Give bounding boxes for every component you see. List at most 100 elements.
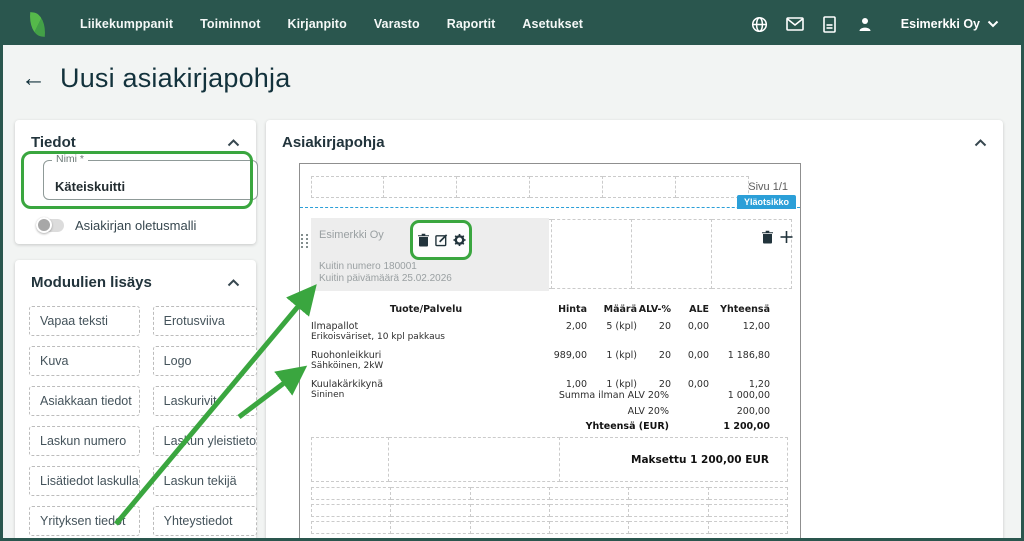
- product-desc: Sähköinen, 2kW: [311, 361, 541, 371]
- total-cell: 12,00: [709, 321, 770, 350]
- grid-row: Maksettu 1 200,00 EUR: [311, 437, 788, 482]
- main-menu: Liikekumppanit Toiminnot Kirjanpito Vara…: [80, 17, 583, 31]
- summary-label: Yhteensä (EUR): [586, 421, 669, 432]
- discount-cell: 0,00: [671, 321, 709, 350]
- tiedot-title: Tiedot: [31, 134, 76, 151]
- module-button-asiakkaan-tiedot[interactable]: Asiakkaan tiedot: [29, 386, 140, 416]
- gear-icon[interactable]: [453, 233, 466, 247]
- grid-row: [311, 487, 788, 500]
- summary-row: Summa ilman ALV 20% 1 000,00: [311, 390, 770, 401]
- top-nav: Liikekumppanit Toiminnot Kirjanpito Vara…: [3, 3, 1021, 45]
- company-name: Esimerkki Oy: [901, 17, 980, 31]
- module-button-logo[interactable]: Logo: [153, 346, 257, 376]
- col-yhteensa: Yhteensä: [709, 304, 770, 321]
- product-name: Ruohonleikkuri: [311, 350, 541, 361]
- leaf-logo-icon[interactable]: [28, 12, 47, 37]
- grid-cell: Maksettu 1 200,00 EUR: [560, 437, 788, 482]
- row-plus-icon[interactable]: [780, 230, 793, 244]
- module-toolbar: [410, 220, 472, 260]
- tiedot-card: Tiedot Nimi * Asiakirjan oletusmalli: [15, 120, 256, 244]
- summary-row-total: Yhteensä (EUR) 1 200,00: [311, 421, 770, 432]
- module-button-yrityksen-tiedot[interactable]: Yrityksen tiedot: [29, 506, 140, 536]
- page-header: ← Uusi asiakirjapohja: [21, 63, 290, 94]
- grid-cell: [389, 437, 560, 482]
- row-trash-icon[interactable]: [761, 230, 774, 244]
- grid-cell: [530, 176, 603, 198]
- nav-item-raportit[interactable]: Raportit: [447, 17, 496, 31]
- document-preview-page: Sivu 1/1 Yläotsikko Esimerkki Oy Kuitin …: [299, 163, 801, 541]
- module-button-lisatiedot-laskulla[interactable]: Lisätiedot laskulla: [29, 466, 140, 496]
- grid-cell: [311, 176, 384, 198]
- module-button-laskun-yleistieto[interactable]: Laskun yleistieto: [153, 426, 257, 456]
- col-hinta: Hinta: [541, 304, 587, 321]
- grid-row: [311, 504, 788, 517]
- summary-row: ALV 20% 200,00: [311, 406, 770, 417]
- collapse-chevron-icon[interactable]: [974, 139, 987, 147]
- grid-cell: [391, 521, 470, 534]
- col-tuote-palvelu: Tuote/Palvelu: [311, 304, 541, 321]
- grid-cell: [629, 487, 708, 500]
- modules-title: Moduulien lisäys: [31, 274, 152, 291]
- vat-cell: 20: [637, 321, 671, 350]
- grid-row: [311, 176, 749, 198]
- nav-item-asetukset[interactable]: Asetukset: [522, 17, 583, 31]
- grid-cell: [391, 504, 470, 517]
- product-name: Kuulakärkikynä: [311, 379, 541, 390]
- grid-row: [311, 521, 788, 534]
- company-menu[interactable]: Esimerkki Oy: [901, 15, 999, 33]
- module-button-kuva[interactable]: Kuva: [29, 346, 140, 376]
- grid-cell: [471, 504, 550, 517]
- summary-value: 1 200,00: [669, 421, 770, 432]
- nav-item-liikekumppanit[interactable]: Liikekumppanit: [80, 17, 173, 31]
- receipt-number: Kuitin numero 180001: [319, 261, 417, 272]
- name-field-label: Nimi *: [52, 153, 88, 165]
- qty-cell: 5 (kpl): [587, 321, 637, 350]
- module-button-vapaa-teksti[interactable]: Vapaa teksti: [29, 306, 140, 336]
- price-cell: 989,00: [541, 350, 587, 379]
- grid-cell: [471, 487, 550, 500]
- nav-item-toiminnot[interactable]: Toiminnot: [200, 17, 260, 31]
- product-name: Ilmapallot: [311, 321, 541, 332]
- grid-cell: [709, 521, 788, 534]
- col-maara: Määrä: [587, 304, 637, 321]
- app-window: Liikekumppanit Toiminnot Kirjanpito Vara…: [0, 0, 1024, 541]
- modules-card: Moduulien lisäys Vapaa teksti Erotusviiv…: [15, 260, 256, 541]
- trash-icon[interactable]: [417, 233, 430, 247]
- module-button-yhteystiedot[interactable]: Yhteystiedot: [153, 506, 257, 536]
- default-template-toggle[interactable]: [37, 219, 64, 232]
- nav-item-kirjanpito[interactable]: Kirjanpito: [287, 17, 346, 31]
- nav-item-varasto[interactable]: Varasto: [374, 17, 420, 31]
- grid-cell: [709, 504, 788, 517]
- doc-company-name: Esimerkki Oy: [319, 229, 384, 241]
- module-button-erotusviiva[interactable]: Erotusviiva: [153, 306, 257, 336]
- name-input[interactable]: [43, 160, 258, 200]
- grid-cell: [311, 437, 389, 482]
- summary-label: Summa ilman ALV 20%: [559, 390, 669, 401]
- collapse-chevron-icon[interactable]: [227, 279, 240, 287]
- table-row: IlmapallotErikoisväriset, 10 kpl pakkaus…: [311, 321, 770, 350]
- drag-handle-icon[interactable]: [301, 234, 310, 248]
- grid-cell: [603, 176, 676, 198]
- collapse-chevron-icon[interactable]: [227, 139, 240, 147]
- qty-cell: 1 (kpl): [587, 350, 637, 379]
- module-button-laskun-tekija[interactable]: Laskun tekijä: [153, 466, 257, 496]
- grid-cell: [457, 176, 530, 198]
- grid-cell: [550, 504, 629, 517]
- user-icon[interactable]: [856, 15, 874, 33]
- globe-icon[interactable]: [751, 15, 769, 33]
- back-arrow-icon[interactable]: ←: [21, 66, 46, 91]
- default-template-label: Asiakirjan oletusmalli: [75, 218, 196, 233]
- document-icon[interactable]: [821, 15, 839, 33]
- module-button-laskurivit[interactable]: Laskurivit: [153, 386, 257, 416]
- module-button-laskun-numero[interactable]: Laskun numero: [29, 426, 140, 456]
- edit-icon[interactable]: [435, 233, 448, 247]
- grid-cell: [552, 219, 632, 289]
- summary-value: 1 000,00: [669, 390, 770, 401]
- grid-cell: [632, 219, 712, 289]
- grid-cell: [384, 176, 457, 198]
- name-field-wrap: Nimi *: [43, 160, 258, 200]
- header-separator-line: [300, 207, 800, 208]
- table-row: RuohonleikkuriSähköinen, 2kW 989,00 1 (k…: [311, 350, 770, 379]
- discount-cell: 0,00: [671, 350, 709, 379]
- mail-icon[interactable]: [786, 15, 804, 33]
